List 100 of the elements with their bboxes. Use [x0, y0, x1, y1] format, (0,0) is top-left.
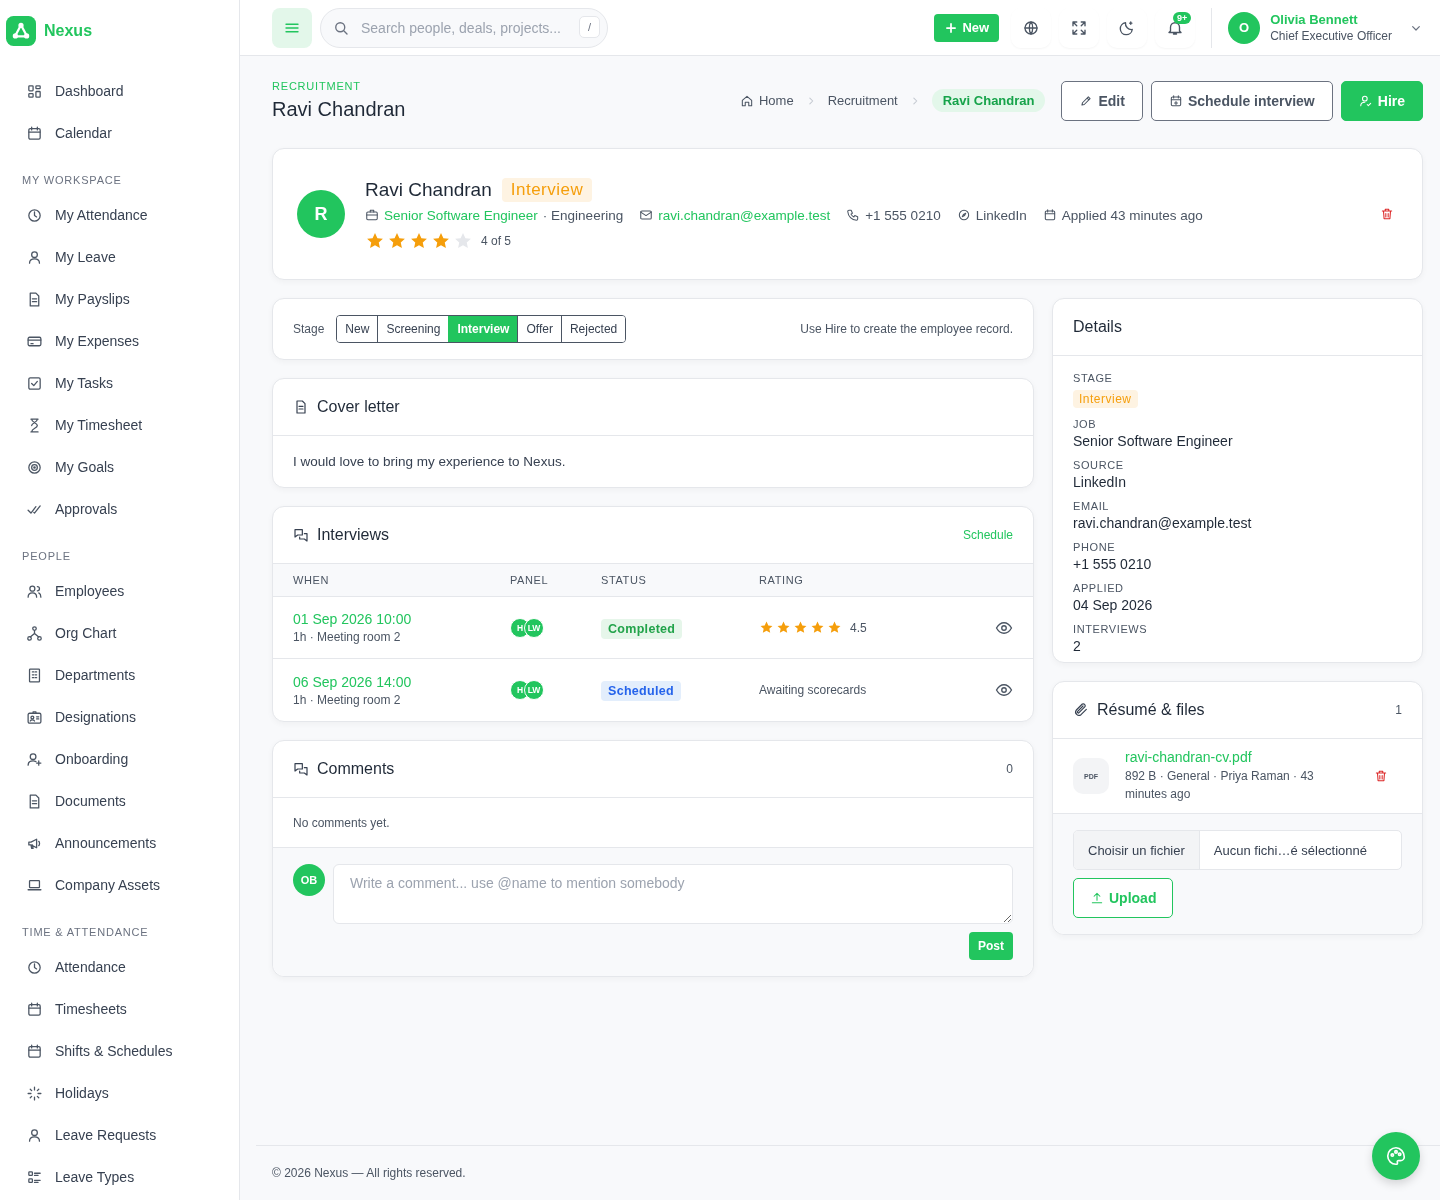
stage-tab[interactable]: Rejected — [560, 316, 626, 342]
calendar-icon — [1042, 208, 1057, 222]
person-icon — [26, 1126, 43, 1144]
status-badge: Scheduled — [601, 681, 681, 701]
sidebar-item[interactable]: Company Assets — [0, 864, 239, 906]
card-title: Details — [1073, 318, 1122, 336]
column-header: STATUS — [601, 574, 648, 586]
sidebar-item[interactable]: My Goals — [0, 446, 239, 488]
sidebar-item[interactable]: My Payslips — [0, 278, 239, 320]
sidebar-item[interactable]: My Expenses — [0, 320, 239, 362]
comment-count: 0 — [1006, 762, 1013, 776]
field-label: APPLIED — [1073, 582, 1125, 594]
edit-button[interactable]: Edit — [1061, 80, 1143, 121]
sidebar-item[interactable]: Org Chart — [0, 612, 239, 654]
sidebar-item[interactable]: Employees — [0, 570, 239, 612]
globe-icon — [1022, 18, 1041, 37]
sidebar-item[interactable]: My Timesheet — [0, 404, 239, 446]
column-header: RATING — [759, 574, 805, 586]
theme-fab[interactable] — [1372, 1132, 1420, 1180]
field-value: ravi.chandran@example.test — [1073, 515, 1253, 531]
person-icon — [26, 248, 43, 266]
clock-icon — [26, 206, 43, 224]
sidebar-item[interactable]: My Leave — [0, 236, 239, 278]
sidebar-item[interactable]: Shifts & Schedules — [0, 1030, 239, 1072]
column-header: WHEN — [293, 574, 330, 586]
column-header: PANEL — [510, 574, 550, 586]
trash-icon — [1374, 769, 1388, 783]
target-icon — [26, 458, 43, 476]
breadcrumb-link[interactable]: Recruitment — [827, 93, 898, 108]
section-heading: PEOPLE — [21, 549, 72, 564]
file-input[interactable]: Choisir un fichier Aucun fichi…é sélectionné — [1073, 830, 1402, 870]
phone-icon — [846, 208, 861, 222]
sidebar-item[interactable]: Timesheets — [0, 988, 239, 1030]
pencil-icon — [1079, 93, 1094, 108]
department-text: · Engineering — [542, 207, 624, 223]
field-label: JOB — [1073, 418, 1098, 430]
status-badge: Completed — [601, 618, 683, 639]
breadcrumb-link[interactable]: Home — [739, 93, 794, 108]
grid-icon — [26, 82, 43, 100]
sidebar-item[interactable]: My Tasks — [0, 362, 239, 404]
calendar-icon — [1168, 93, 1183, 108]
trash-icon — [1380, 207, 1394, 221]
sidebar-item[interactable]: My Attendance — [0, 194, 239, 236]
section-heading: MY WORKSPACE — [21, 173, 123, 188]
plus-icon — [944, 20, 959, 35]
mail-icon — [639, 208, 654, 222]
sidebar-item[interactable]: Documents — [0, 780, 239, 822]
field-value: +1 555 0210 — [1073, 556, 1153, 572]
interview-meta: 1h · Meeting room 2 — [293, 692, 402, 707]
stage-label: Stage — [293, 322, 325, 336]
field-label: EMAIL — [1073, 500, 1110, 512]
candidate-name: Ravi Chandran — [365, 178, 492, 201]
sidebar-item[interactable]: Departments — [0, 654, 239, 696]
schedule-button[interactable]: Schedule interview — [1150, 80, 1333, 121]
choose-file-button[interactable]: Choisir un fichier — [1074, 831, 1200, 869]
card-title: Interviews — [317, 526, 390, 544]
page-title: Ravi Chandran — [272, 98, 406, 121]
comment-field[interactable]: Write a comment... use @name to mention somebody — [333, 864, 1013, 924]
field-value: LinkedIn — [1073, 474, 1127, 490]
star-icon — [827, 620, 842, 635]
user-role: Chief Executive Officer — [1270, 27, 1392, 44]
expand-icon — [1070, 18, 1089, 37]
upload-icon — [1090, 891, 1104, 905]
field-value: Senior Software Engineer — [1073, 433, 1234, 449]
field-value: 2 — [1073, 638, 1082, 654]
star-icon — [810, 620, 825, 635]
panel-avatar: LW — [524, 617, 544, 638]
id-card-icon — [26, 708, 43, 726]
sidebar-item[interactable]: Leave Requests — [0, 1114, 239, 1156]
rating-text: Awaiting scorecards — [759, 683, 867, 697]
file-status: Aucun fichi…é sélectionné — [1212, 841, 1369, 860]
field-label: STAGE — [1073, 372, 1114, 384]
card-title: Résumé & files — [1097, 701, 1205, 719]
sidebar-item[interactable]: Holidays — [0, 1072, 239, 1114]
field-label: INTERVIEWS — [1073, 623, 1149, 635]
eye-icon — [995, 681, 1013, 699]
sidebar-item[interactable]: Onboarding — [0, 738, 239, 780]
sidebar-item[interactable]: Calendar — [0, 112, 239, 154]
rating-value: 4.5 — [850, 620, 867, 635]
sidebar-item[interactable]: Designations — [0, 696, 239, 738]
sidebar-item[interactable]: Dashboard — [0, 70, 239, 112]
calendar-icon — [26, 1000, 43, 1018]
card-title: Cover letter — [317, 398, 400, 416]
interview-time: 06 Sep 2026 14:00 — [293, 673, 413, 690]
nodes-icon — [26, 624, 43, 642]
sidebar-item[interactable]: Announcements — [0, 822, 239, 864]
stage-badge: Interview — [1073, 390, 1138, 408]
sparkle-icon — [26, 1084, 43, 1102]
brand-name: Nexus — [44, 22, 93, 40]
compass-icon — [956, 208, 971, 222]
sidebar-item[interactable]: Leave Types — [0, 1156, 239, 1198]
view-button[interactable] — [995, 681, 1013, 699]
sidebar-item[interactable]: Approvals — [0, 488, 239, 530]
file-count: 1 — [1395, 703, 1402, 717]
panel-avatar: LW — [524, 680, 544, 700]
sidebar-item[interactable]: Attendance — [0, 946, 239, 988]
card-title: Comments — [317, 760, 395, 778]
source-text: LinkedIn — [975, 207, 1027, 223]
document-icon — [293, 399, 309, 415]
palette-icon — [1385, 1145, 1407, 1167]
